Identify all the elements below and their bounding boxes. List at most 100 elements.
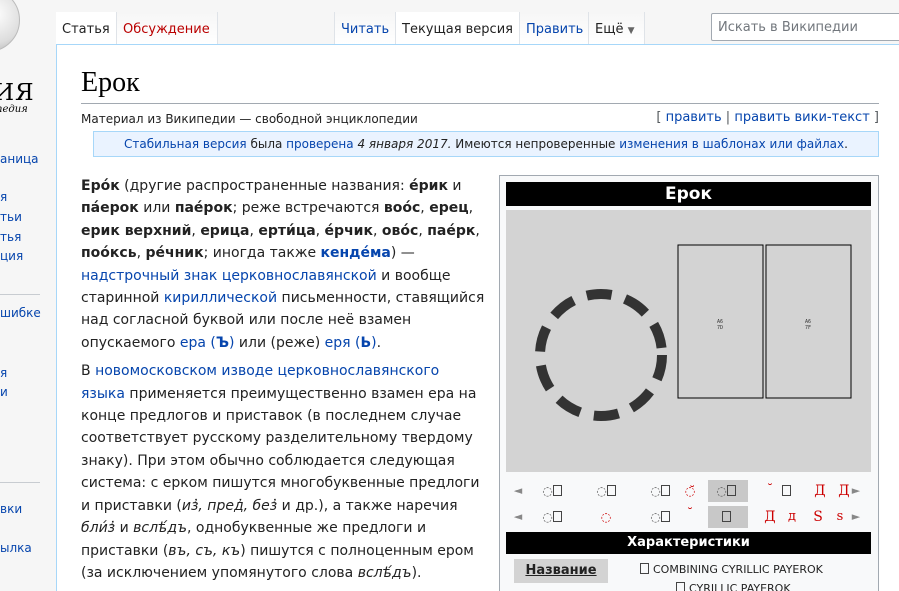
- article-paragraph-1: Еро́к (другие распространенные названия:…: [81, 175, 485, 354]
- page-tabs: Статья Обсуждение Читать Текущая версия …: [56, 0, 899, 44]
- sidebar-divider: [0, 482, 40, 483]
- edit-links: [ править | править вики-текст ]: [656, 110, 879, 125]
- article-text: ; реже встречаются: [232, 200, 384, 217]
- article-link[interactable]: Ь: [360, 335, 371, 351]
- article-text: и: [447, 178, 462, 194]
- article-body: Еро́к (другие распространенные названия:…: [81, 175, 485, 590]
- article-text: или (реже): [234, 334, 325, 351]
- chevron-down-icon: ▼: [627, 26, 635, 36]
- article-text: вслѣ́дъ: [357, 564, 412, 581]
- glyph-code-1b: 7D: [717, 325, 723, 331]
- article-link[interactable]: кириллической: [164, 290, 277, 306]
- sidebar: ИЯ педия аница я тьи тья ция шибке я и в…: [0, 0, 56, 591]
- search-input[interactable]: [712, 14, 899, 40]
- article-text: е́рчик: [324, 222, 373, 239]
- article-text: воо́с: [383, 200, 421, 217]
- title-divider: [81, 103, 879, 104]
- tab-article[interactable]: Статья: [56, 12, 117, 44]
- name-value-2: CYRILLIC PAYEROK: [676, 582, 791, 591]
- tab-talk[interactable]: Обсуждение: [117, 12, 218, 44]
- content-area: Ерок Материал из Википедии — свободной э…: [56, 44, 899, 591]
- page-title: Ерок: [81, 67, 140, 98]
- tab-edit[interactable]: Править: [520, 12, 589, 44]
- article-text: ,: [475, 222, 480, 239]
- sidebar-item-report-error[interactable]: шибке: [0, 306, 41, 320]
- sidebar-item-7[interactable]: я: [0, 366, 7, 380]
- article-link[interactable]: еря (: [325, 335, 361, 351]
- infobox-title: Ерок: [506, 182, 871, 206]
- flagged-dot: .: [844, 137, 848, 151]
- article-text: ; иногда также: [203, 245, 321, 262]
- wikipedia-logo-globe[interactable]: [0, 0, 20, 52]
- nav-char[interactable]: ˘: [670, 502, 710, 524]
- dotted-circle-icon: [535, 289, 667, 421]
- separator: |: [725, 110, 731, 125]
- infobox: Ерок A6 7D A6 7F ◄ ◌ ◌ ◌ ◌̆ ◌ ˘ Д Д ► ◄ …: [499, 175, 879, 591]
- edit-section-link[interactable]: править: [666, 110, 722, 125]
- nav-char-selected[interactable]: [708, 506, 748, 528]
- glyph-preview: A6 7D A6 7F: [506, 210, 871, 472]
- nav-char[interactable]: ◌: [534, 506, 574, 528]
- nav-char[interactable]: ◌: [586, 506, 626, 528]
- glyph-illustration: A6 7D A6 7F: [535, 244, 852, 421]
- article-paragraph-2: В новомосковском изводе церковнославянск…: [81, 360, 485, 584]
- bracket-close: ]: [873, 110, 879, 125]
- article-text: пае́рк: [427, 222, 476, 239]
- article-text: ,: [418, 222, 428, 239]
- article-text: ,: [315, 222, 325, 239]
- sidebar-item-9[interactable]: вки: [0, 502, 22, 516]
- article-link[interactable]: ера (: [180, 335, 216, 351]
- sidebar-item-main[interactable]: аница: [0, 152, 39, 166]
- tab-read-label: Читать: [341, 22, 390, 37]
- checked-link[interactable]: проверена: [286, 137, 353, 151]
- logo-wordmark[interactable]: ИЯ: [0, 80, 35, 106]
- sidebar-item-5[interactable]: ция: [0, 249, 23, 263]
- logo-tagline: педия: [0, 104, 28, 115]
- name-label[interactable]: Название: [514, 559, 608, 583]
- article-text: ерик верхний: [81, 222, 192, 239]
- sidebar-item-8[interactable]: и: [0, 385, 8, 399]
- article-text: применяется преимущественно взамен ера н…: [81, 385, 480, 514]
- search-box: [711, 13, 899, 41]
- nav-next-arrow-icon[interactable]: ►: [846, 480, 866, 502]
- article-text: ) —: [390, 245, 415, 262]
- article-text: въ, съ, къ: [168, 542, 241, 559]
- tab-talk-label: Обсуждение: [123, 22, 210, 37]
- nav-next-arrow-icon[interactable]: ►: [846, 506, 866, 528]
- nav-char[interactable]: ◌̆: [670, 480, 710, 502]
- article-text: е́рик: [409, 178, 448, 194]
- tab-read[interactable]: Читать: [334, 12, 396, 44]
- sidebar-item-3[interactable]: тьи: [0, 210, 22, 224]
- nav-prev-arrow-icon[interactable]: ◄: [508, 506, 528, 528]
- article-link[interactable]: надстрочный знак церковнославянской: [81, 268, 377, 284]
- article-text: пае́рок: [174, 200, 233, 217]
- article-link[interactable]: кенде́ма: [321, 245, 391, 261]
- stable-version-link[interactable]: Стабильная версия: [124, 137, 247, 151]
- article-text: .: [376, 334, 382, 351]
- article-text: Еро́к: [81, 178, 120, 194]
- tab-current-version[interactable]: Текущая версия: [396, 12, 520, 44]
- sidebar-item-10[interactable]: ылка: [0, 541, 32, 555]
- article-text: ерица: [200, 222, 250, 239]
- characteristics-header: Характеристики: [506, 532, 871, 554]
- sidebar-item-2[interactable]: я: [0, 190, 7, 204]
- tab-more-label: Ещё: [595, 22, 624, 37]
- article-text: ).: [411, 564, 422, 581]
- edit-wikitext-link[interactable]: править вики-текст: [734, 110, 869, 125]
- nav-char[interactable]: ◌: [534, 480, 574, 502]
- character-navigation: ◄ ◌ ◌ ◌ ◌̆ ◌ ˘ Д Д ► ◄ ◌ ◌ ◌ ˘ Д д Ѕ ѕ ►: [506, 476, 871, 530]
- sidebar-item-4[interactable]: тья: [0, 230, 21, 244]
- tab-more[interactable]: Ещё ▼: [589, 12, 645, 44]
- article-link[interactable]: Ъ: [216, 335, 229, 351]
- nav-char-selected[interactable]: ◌: [708, 480, 748, 502]
- article-text: ово́с: [381, 222, 419, 239]
- article-text: ,: [373, 222, 382, 239]
- nav-prev-arrow-icon[interactable]: ◄: [508, 480, 528, 502]
- article-text: и др.), а также наречия: [277, 497, 458, 514]
- pending-changes-link[interactable]: изменения в шаблонах или файлах: [619, 137, 844, 151]
- flagged-text: Имеются непроверенные: [455, 137, 616, 151]
- flagged-date: 4 января 2017.: [357, 137, 452, 151]
- article-text: В: [81, 363, 96, 380]
- nav-char[interactable]: ◌: [588, 480, 628, 502]
- article-text: или: [138, 200, 175, 217]
